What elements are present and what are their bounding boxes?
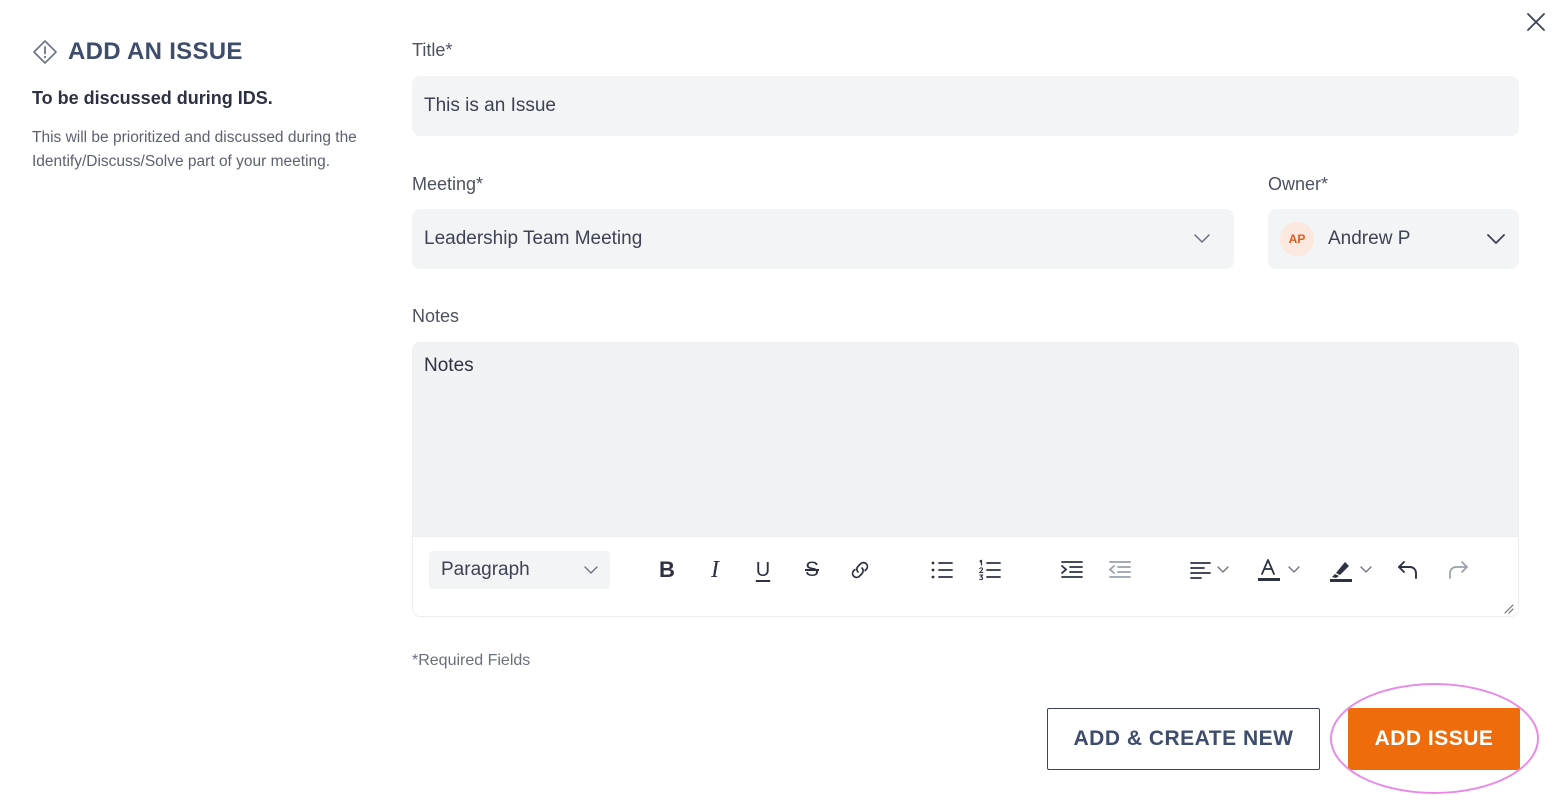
meeting-select-value: Leadership Team Meeting [424,228,643,249]
notes-label: Notes [412,306,460,326]
bullet-list-button[interactable] [927,555,957,585]
italic-button[interactable]: I [701,555,729,585]
bold-icon: B [659,557,675,582]
notes-editor: Notes Paragraph B I U S [412,342,1519,617]
underline-button[interactable]: U [749,555,777,585]
align-left-icon [1190,562,1211,579]
owner-avatar: AP [1280,222,1314,256]
numbered-list-icon [978,559,1001,581]
outdent-icon [1108,561,1131,578]
paragraph-style-value: Paragraph [441,559,530,580]
chevron-down-icon [584,565,598,575]
link-icon [851,561,869,579]
notes-textarea[interactable]: Notes [413,343,1518,536]
resize-handle-icon[interactable] [1502,602,1514,614]
bold-button[interactable]: B [653,555,681,585]
modal-description: This will be prioritized and discussed d… [32,129,357,170]
numbered-list-button[interactable] [975,555,1005,585]
italic-icon: I [711,556,719,583]
meeting-label: Meeting* [412,174,484,194]
owner-select[interactable]: AP Andrew P [1268,209,1519,269]
text-color-icon [1258,559,1280,581]
strikethrough-button[interactable]: S [798,555,826,585]
chevron-down-icon [1360,566,1372,573]
add-issue-modal: ADD AN ISSUE To be discussed during IDS.… [0,0,1560,804]
issue-diamond-icon [33,40,57,64]
title-label: Title* [412,40,453,60]
title-input[interactable]: This is an Issue [412,76,1519,136]
link-button[interactable] [845,555,875,585]
modal-subtitle: To be discussed during IDS. [32,88,273,108]
add-and-create-new-button[interactable]: ADD & CREATE NEW [1047,708,1320,770]
editor-toolbar: Paragraph B I U S [413,536,1518,616]
underline-icon: U [755,558,771,581]
bullet-list-icon [931,561,953,579]
redo-icon [1449,561,1468,579]
highlight-color-dropdown[interactable] [1323,555,1377,585]
required-fields-note: *Required Fields [412,652,531,669]
close-icon [1527,13,1545,31]
title-input-value: This is an Issue [424,95,556,116]
text-color-dropdown[interactable] [1251,555,1305,585]
redo-button[interactable] [1443,555,1473,585]
align-dropdown[interactable] [1185,555,1233,585]
strikethrough-icon: S [804,558,819,581]
paragraph-style-select[interactable]: Paragraph [429,551,610,589]
outdent-button[interactable] [1105,555,1135,585]
indent-button[interactable] [1057,555,1087,585]
close-button[interactable] [1522,8,1550,36]
owner-select-value: Andrew P [1328,228,1411,249]
highlighter-icon [1330,562,1352,582]
chevron-down-icon [1194,234,1210,244]
chevron-down-icon [1288,566,1300,573]
undo-icon [1398,561,1417,579]
meeting-select[interactable]: Leadership Team Meeting [412,209,1234,269]
chevron-down-icon [1487,233,1505,245]
modal-title: ADD AN ISSUE [68,38,243,65]
undo-button[interactable] [1393,555,1423,585]
chevron-down-icon [1217,566,1229,573]
add-issue-button[interactable]: ADD ISSUE [1348,708,1520,770]
indent-icon [1061,561,1083,578]
owner-label: Owner* [1268,174,1329,194]
modal-heading: ADD AN ISSUE [32,36,377,68]
side-panel: ADD AN ISSUE To be discussed during IDS.… [32,36,377,174]
notes-text: Notes [424,355,474,376]
